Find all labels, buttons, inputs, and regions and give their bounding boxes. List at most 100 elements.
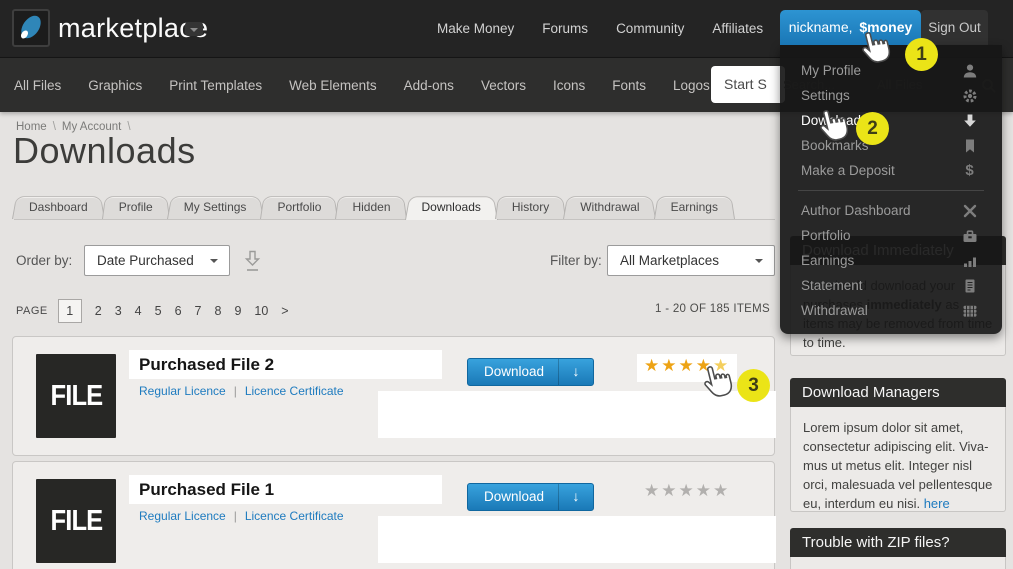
cash-icon bbox=[961, 302, 978, 319]
page-current[interactable]: 1 bbox=[58, 299, 82, 323]
tab-my-settings[interactable]: My Settings bbox=[173, 194, 258, 219]
hand-cursor-icon bbox=[858, 28, 892, 73]
tab-dashboard[interactable]: Dashboard bbox=[18, 194, 99, 219]
crossed-tools-icon bbox=[961, 202, 978, 219]
menu-item-make-a-deposit[interactable]: Make a Deposit $ bbox=[780, 158, 1002, 183]
category-nav: All Files Graphics Print Templates Web E… bbox=[14, 58, 768, 112]
hand-cursor-icon bbox=[816, 106, 850, 151]
user-nickname: nickname, bbox=[789, 19, 853, 35]
tabs-baseline bbox=[14, 219, 775, 220]
sidebar-box-body bbox=[790, 557, 1006, 569]
menu-item-withdrawal[interactable]: Withdrawal bbox=[780, 298, 1002, 323]
bookmark-icon bbox=[961, 137, 978, 154]
account-dropdown-menu: My Profile Settings Downloads Bookmarks … bbox=[780, 45, 1002, 334]
purchased-file-row: FILE Purchased File 2 Regular Licence | Li… bbox=[12, 336, 775, 456]
download-arrow-icon[interactable]: ↓ bbox=[558, 484, 593, 510]
download-button[interactable]: Download ↓ bbox=[467, 358, 594, 386]
cat-vectors[interactable]: Vectors bbox=[481, 78, 526, 93]
dollar-icon: $ bbox=[961, 162, 978, 179]
tab-earnings[interactable]: Earnings bbox=[660, 194, 729, 219]
marketplace-logo[interactable] bbox=[12, 9, 50, 47]
page-next[interactable]: > bbox=[281, 304, 288, 318]
filter-by-label: Filter by: bbox=[550, 253, 602, 268]
tab-portfolio[interactable]: Portfolio bbox=[266, 194, 332, 219]
download-arrow-icon bbox=[961, 112, 978, 129]
menu-item-earnings[interactable]: Earnings bbox=[780, 248, 1002, 273]
tab-hidden[interactable]: Hidden bbox=[341, 194, 401, 219]
page-10[interactable]: 10 bbox=[254, 304, 268, 318]
nav-affiliates[interactable]: Affiliates bbox=[712, 21, 763, 36]
menu-item-author-dashboard[interactable]: Author Dashboard bbox=[780, 198, 1002, 223]
file-title-strip: Purchased File 1 bbox=[129, 475, 442, 504]
pagination: PAGE 1 2 3 4 5 6 7 8 9 10 > bbox=[16, 299, 289, 323]
link-separator: | bbox=[234, 509, 237, 523]
page-2[interactable]: 2 bbox=[95, 304, 102, 318]
primary-nav: Make Money Forums Community Affiliates H… bbox=[437, 0, 819, 57]
sidebar-box-title: Trouble with ZIP files? bbox=[790, 528, 1006, 557]
cat-add-ons[interactable]: Add-ons bbox=[404, 78, 454, 93]
toolbox-icon bbox=[961, 227, 978, 244]
nav-forums[interactable]: Forums bbox=[542, 21, 588, 36]
file-title-strip: Purchased File 2 bbox=[129, 350, 442, 379]
menu-item-settings[interactable]: Settings bbox=[780, 83, 1002, 108]
cat-all-files[interactable]: All Files bbox=[14, 78, 61, 93]
file-licence-links: Regular Licence | Licence Certificate bbox=[139, 384, 344, 398]
rating-stars[interactable]: ★★★★★ bbox=[637, 479, 737, 507]
link-separator: | bbox=[234, 384, 237, 398]
account-dropdown-button[interactable]: nickname, $money bbox=[780, 10, 921, 45]
page-7[interactable]: 7 bbox=[195, 304, 202, 318]
tab-history[interactable]: History bbox=[501, 194, 560, 219]
start-selling-button[interactable]: Start S bbox=[711, 66, 785, 103]
annotation-step-badge: 1 bbox=[905, 38, 938, 71]
tab-downloads[interactable]: Downloads bbox=[411, 194, 492, 219]
cat-graphics[interactable]: Graphics bbox=[88, 78, 142, 93]
account-tabs: Dashboard Profile My Settings Portfolio … bbox=[18, 194, 738, 219]
items-count: 1 - 20 OF 185 ITEMS bbox=[655, 303, 770, 315]
page-3[interactable]: 3 bbox=[115, 304, 122, 318]
regular-licence-link[interactable]: Regular Licence bbox=[139, 384, 226, 398]
cat-web-elements[interactable]: Web Elements bbox=[289, 78, 377, 93]
file-title[interactable]: Purchased File 1 bbox=[139, 475, 442, 504]
bar-chart-icon bbox=[961, 252, 978, 269]
file-thumbnail[interactable]: FILE bbox=[36, 354, 116, 438]
page-6[interactable]: 6 bbox=[175, 304, 182, 318]
menu-item-statement[interactable]: Statement bbox=[780, 273, 1002, 298]
cat-fonts[interactable]: Fonts bbox=[612, 78, 646, 93]
cat-icons[interactable]: Icons bbox=[553, 78, 585, 93]
download-arrow-icon[interactable]: ↓ bbox=[558, 359, 593, 385]
sidebar-box-title: Download Managers bbox=[790, 378, 1006, 407]
tab-withdrawal[interactable]: Withdrawal bbox=[569, 194, 650, 219]
annotation-step-badge: 3 bbox=[737, 369, 770, 402]
download-order-icon[interactable] bbox=[244, 250, 261, 277]
regular-licence-link[interactable]: Regular Licence bbox=[139, 509, 226, 523]
download-button[interactable]: Download ↓ bbox=[467, 483, 594, 511]
licence-certificate-link[interactable]: Licence Certificate bbox=[245, 509, 344, 523]
brand-caret-icon[interactable] bbox=[185, 22, 203, 36]
sidebar-box-body: Lorem ipsum dolor sit amet, consectetur … bbox=[790, 407, 1006, 512]
gear-icon bbox=[961, 87, 978, 104]
page-title: Downloads bbox=[13, 130, 196, 172]
page-8[interactable]: 8 bbox=[214, 304, 221, 318]
order-by-select[interactable]: Date Purchased bbox=[84, 245, 230, 276]
filter-by-select[interactable]: All Marketplaces bbox=[607, 245, 775, 276]
file-title[interactable]: Purchased File 2 bbox=[139, 350, 442, 379]
menu-item-portfolio[interactable]: Portfolio bbox=[780, 223, 1002, 248]
menu-item-bookmarks[interactable]: Bookmarks bbox=[780, 133, 1002, 158]
cat-logos[interactable]: Logos bbox=[673, 78, 710, 93]
cat-print-templates[interactable]: Print Templates bbox=[169, 78, 262, 93]
user-icon bbox=[961, 62, 978, 79]
page-label: PAGE bbox=[16, 305, 48, 317]
file-detail-panel bbox=[378, 516, 776, 563]
sign-out-button[interactable]: Sign Out bbox=[921, 10, 988, 45]
tab-profile[interactable]: Profile bbox=[108, 194, 164, 219]
page-9[interactable]: 9 bbox=[234, 304, 241, 318]
purchased-file-row: FILE Purchased File 1 Regular Licence | Li… bbox=[12, 461, 775, 569]
nav-community[interactable]: Community bbox=[616, 21, 684, 36]
page-5[interactable]: 5 bbox=[155, 304, 162, 318]
here-link[interactable]: here bbox=[924, 496, 950, 511]
file-licence-links: Regular Licence | Licence Certificate bbox=[139, 509, 344, 523]
page-4[interactable]: 4 bbox=[135, 304, 142, 318]
file-thumbnail[interactable]: FILE bbox=[36, 479, 116, 563]
licence-certificate-link[interactable]: Licence Certificate bbox=[245, 384, 344, 398]
nav-make-money[interactable]: Make Money bbox=[437, 21, 514, 36]
